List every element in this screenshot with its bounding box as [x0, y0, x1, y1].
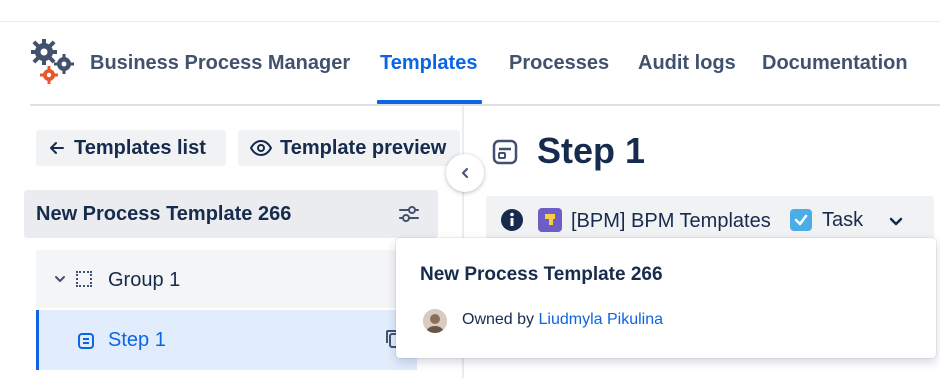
chevron-down-icon[interactable]	[53, 272, 67, 286]
popup-title: New Process Template 266	[420, 264, 663, 285]
avatar	[423, 309, 447, 333]
collapse-panel-button[interactable]	[446, 154, 484, 192]
eye-icon	[250, 139, 272, 157]
template-preview-label: Template preview	[280, 136, 447, 159]
tab-templates[interactable]: Templates	[380, 52, 477, 75]
step-card-icon	[78, 333, 94, 349]
step-label: Step 1	[108, 329, 166, 351]
settings-sliders-icon[interactable]	[398, 204, 420, 224]
template-name: New Process Template 266	[36, 203, 292, 225]
template-info-popup: New Process Template 266 Owned by Liudmy…	[396, 238, 936, 358]
tree-step-row[interactable]: Step 1	[36, 310, 417, 370]
template-preview-button[interactable]: Template preview	[238, 130, 460, 166]
project-icon	[538, 208, 562, 232]
template-header: New Process Template 266	[24, 190, 438, 238]
gears-logo-icon	[31, 39, 74, 84]
templates-list-label: Templates list	[74, 136, 206, 159]
owner-link[interactable]: Liudmyla Pikulina	[539, 311, 664, 328]
chevron-left-icon	[462, 168, 468, 178]
app-title: Business Process Manager	[90, 52, 351, 74]
task-type-icon	[790, 209, 812, 231]
tab-audit-logs[interactable]: Audit logs	[638, 52, 736, 75]
issue-type[interactable]: Task	[822, 209, 863, 232]
owned-by-label: Owned by	[462, 311, 535, 328]
tab-documentation[interactable]: Documentation	[762, 52, 908, 75]
project-name[interactable]: [BPM] BPM Templates	[571, 210, 771, 233]
active-tab-indicator	[377, 100, 482, 104]
group-label: Group 1	[108, 269, 181, 291]
tree-group-row[interactable]: Group 1	[36, 250, 417, 308]
tab-processes[interactable]: Processes	[509, 52, 609, 75]
info-icon[interactable]	[500, 208, 524, 232]
popup-owner: Owned by Liudmyla Pikulina	[462, 311, 663, 329]
issue-bar: [BPM] BPM Templates Task	[486, 196, 934, 244]
app-header: Business Process Manager Templates Proce…	[30, 22, 940, 106]
arrow-left-icon	[50, 142, 64, 154]
step-title: Step 1	[537, 130, 646, 171]
group-icon	[76, 271, 92, 287]
chevron-down-icon[interactable]	[888, 213, 904, 229]
step-card-icon	[492, 139, 518, 165]
templates-list-button[interactable]: Templates list	[36, 130, 226, 166]
